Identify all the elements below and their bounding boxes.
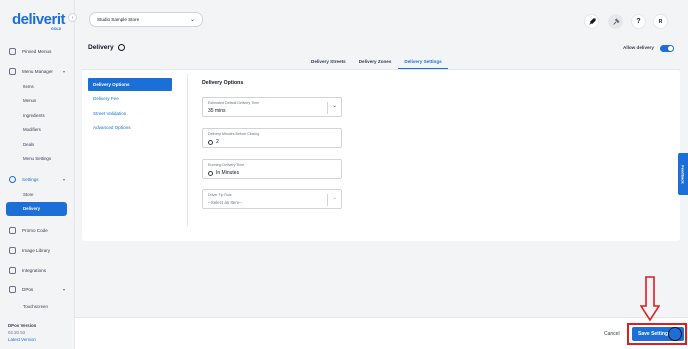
- sidebar-item-integrations[interactable]: Integrations: [0, 260, 75, 280]
- field-value-wrap: 2: [208, 139, 219, 145]
- divider: [327, 102, 328, 114]
- sidebar-subitem-items[interactable]: Items: [0, 79, 75, 94]
- version-number: 02.20.53: [8, 330, 26, 335]
- sidebar-item-label: Pinned Menus: [22, 49, 52, 54]
- clock-icon: [208, 139, 213, 145]
- pin-icon: [9, 48, 16, 55]
- tab-delivery-zones[interactable]: Delivery Zones: [353, 58, 398, 69]
- field-value-wrap: In Minutes: [208, 170, 239, 176]
- sidebar-nav: Pinned Menus Menu Manager ▾ Items Menus …: [0, 44, 75, 314]
- feedback-label: Feedback: [680, 164, 686, 184]
- store-select[interactable]: Studio Sample Store ⌄: [89, 12, 203, 27]
- sidebar: deliverit GOLD › Pinned Menus Menu Manag…: [0, 0, 77, 349]
- rocket-icon[interactable]: [584, 14, 599, 29]
- promo-icon: [9, 227, 16, 234]
- tabs: Delivery Streets Delivery Zones Delivery…: [305, 58, 449, 69]
- version-info: DPos Version 02.20.53 Latest Version: [8, 322, 36, 343]
- chevron-down-icon: ⌄: [189, 17, 195, 23]
- clock-icon: [208, 170, 213, 176]
- sidebar-subitem-delivery[interactable]: Delivery: [6, 201, 67, 216]
- sidebar-item-label: Promo Code: [22, 228, 48, 233]
- field-label: Estimated Default Delivery Time: [208, 101, 260, 105]
- version-title: DPos Version: [8, 323, 37, 328]
- tab-delivery-streets[interactable]: Delivery Streets: [305, 58, 352, 69]
- section-title: Delivery Options: [202, 80, 244, 86]
- pin-icon[interactable]: [608, 14, 623, 29]
- minutes-before-closing-input[interactable]: Delivery Minutes Before Closing 2: [202, 128, 342, 148]
- chevron-down-icon: ⌄: [332, 195, 337, 201]
- menu-delivery-options[interactable]: Delivery Options: [88, 78, 172, 91]
- integrations-icon: [9, 266, 16, 274]
- feedback-tab[interactable]: Feedback: [678, 153, 688, 195]
- sidebar-item-label: Integrations: [22, 267, 47, 273]
- sidebar-subitem-modifiers[interactable]: Modifiers: [0, 123, 75, 138]
- chevron-down-icon: ⌄: [332, 103, 337, 109]
- sidebar-item-menu-manager[interactable]: Menu Manager ▾: [0, 64, 75, 79]
- sidebar-item-label: DPos: [22, 287, 34, 292]
- field-placeholder: --Select an Item--: [208, 200, 242, 205]
- menu-icon: [9, 68, 16, 75]
- sidebar-item-dpos[interactable]: DPos ▾: [0, 280, 75, 299]
- page-title-text: Delivery: [88, 44, 114, 51]
- menu-delivery-fee[interactable]: Delivery Fee: [88, 92, 172, 105]
- store-select-value: Studio Sample Store: [97, 17, 140, 22]
- field-label: Running Delivery Time: [208, 163, 245, 167]
- logo-subtitle: GOLD: [51, 27, 62, 31]
- chevron-down-icon: ▾: [62, 69, 65, 74]
- dpos-icon: [9, 286, 16, 293]
- sidebar-subitem-menus[interactable]: Menus: [0, 94, 75, 109]
- annotation-arrow-icon: [640, 276, 660, 322]
- sidebar-item-settings[interactable]: Settings ▾: [0, 172, 75, 187]
- delivery-status-icon: [117, 44, 125, 51]
- avatar[interactable]: R: [653, 14, 668, 29]
- sidebar-subitem-ingredients[interactable]: Ingredients: [0, 108, 75, 123]
- sidebar-item-promo-code[interactable]: Promo Code: [0, 221, 75, 240]
- chevron-down-icon: ▾: [62, 177, 65, 182]
- menu-advanced-options[interactable]: Advanced Options: [88, 121, 172, 134]
- footer-bar: [75, 317, 688, 349]
- latest-version-link[interactable]: Latest Version: [8, 336, 36, 343]
- sidebar-subitem-menu-settings[interactable]: Menu Settings: [0, 152, 75, 167]
- sidebar-item-pinned-menus[interactable]: Pinned Menus: [0, 44, 75, 59]
- sidebar-item-image-library[interactable]: Image Library: [0, 240, 75, 260]
- sidebar-item-label: Settings: [22, 177, 39, 182]
- settings-icon: [9, 176, 16, 183]
- estimated-delivery-time-select[interactable]: Estimated Default Delivery Time 35 mins …: [202, 97, 342, 117]
- tab-delivery-settings[interactable]: Delivery Settings: [398, 58, 448, 69]
- image-icon: [9, 246, 16, 254]
- allow-delivery-toggle[interactable]: [660, 45, 674, 52]
- sidebar-subitem-store[interactable]: Store: [0, 187, 75, 202]
- field-value: 35 mins: [208, 108, 226, 114]
- field-value: In Minutes: [216, 170, 240, 176]
- cancel-button[interactable]: Cancel: [604, 331, 620, 337]
- annotation-highlight-box: [627, 323, 687, 345]
- page-title: Delivery: [88, 44, 125, 51]
- sidebar-subitem-deals[interactable]: Deals: [0, 137, 75, 152]
- topbar: Studio Sample Store ⌄ ? R: [75, 0, 688, 40]
- driver-tip-rule-select[interactable]: Driver Tip Rule --Select an Item-- ⌄: [202, 189, 342, 209]
- divider: [187, 74, 188, 226]
- logo[interactable]: deliverit: [12, 11, 66, 28]
- menu-street-validation[interactable]: Street Validation: [88, 107, 172, 120]
- divider: [327, 194, 328, 206]
- settings-menu: Delivery Options Delivery Fee Street Val…: [88, 78, 172, 135]
- chevron-down-icon: ▾: [62, 287, 65, 292]
- field-value: 2: [216, 139, 219, 145]
- sidebar-subitem-touchscreen[interactable]: Touchscreen: [0, 299, 75, 314]
- help-icon[interactable]: ?: [631, 14, 646, 29]
- sidebar-item-label: Image Library: [22, 247, 51, 253]
- allow-delivery-label: Allow delivery: [623, 45, 654, 50]
- field-label: Delivery Minutes Before Closing: [208, 132, 260, 136]
- field-label: Driver Tip Rule: [208, 193, 232, 197]
- collapse-sidebar-button[interactable]: ›: [68, 13, 77, 22]
- sidebar-item-label: Menu Manager: [22, 69, 53, 74]
- running-delivery-time-input[interactable]: Running Delivery Time In Minutes: [202, 159, 342, 179]
